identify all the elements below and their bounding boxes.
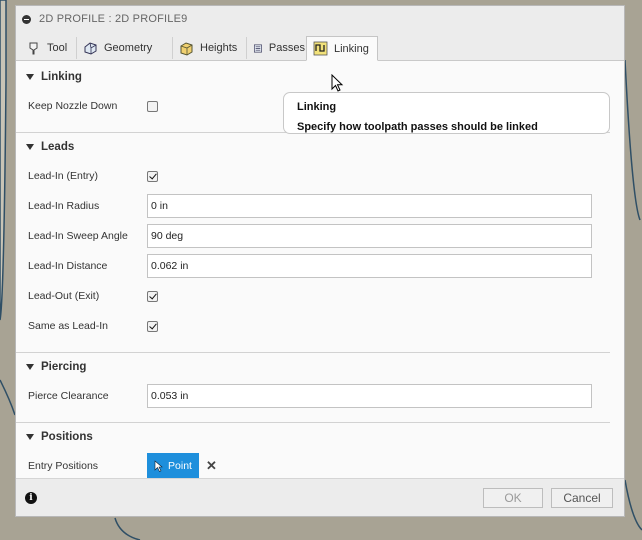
info-icon[interactable]: i xyxy=(25,492,37,504)
section-piercing-title: Piercing xyxy=(41,361,87,373)
pierce-clearance-label: Pierce Clearance xyxy=(28,390,109,402)
dialog-title: 2D PROFILE : 2D PROFILE9 xyxy=(39,13,188,25)
pierce-clearance-input[interactable]: 0.053 in xyxy=(147,384,592,408)
tab-bar: Tool Geometry Heights Passes Linking xyxy=(16,32,624,61)
keep-nozzle-down-checkbox[interactable] xyxy=(147,100,158,112)
lead-in-radius-input[interactable]: 0 in xyxy=(147,194,592,218)
entry-positions-label: Entry Positions xyxy=(28,460,99,472)
tab-heights[interactable]: Heights xyxy=(173,37,247,59)
tab-heights-label: Heights xyxy=(200,42,238,54)
tooltip-title: Linking xyxy=(297,101,337,113)
section-leads-header[interactable]: Leads xyxy=(16,133,624,161)
entry-positions-row: Entry Positions xyxy=(28,454,610,478)
tab-geometry-label: Geometry xyxy=(104,42,153,54)
cancel-button[interactable]: Cancel xyxy=(551,488,613,508)
lead-in-distance-label: Lead-In Distance xyxy=(28,260,108,272)
same-as-lead-in-checkbox[interactable] xyxy=(147,320,158,332)
point-button-label: Point xyxy=(168,460,192,472)
tooltip: Linking Specify how toolpath passes shou… xyxy=(283,92,610,134)
clear-selection-icon[interactable]: ✕ xyxy=(206,458,217,474)
lead-in-radius-label: Lead-In Radius xyxy=(28,200,100,212)
expand-triangle-icon xyxy=(26,144,34,150)
lead-in-label: Lead-In (Entry) xyxy=(28,170,99,182)
lead-out-row: Lead-Out (Exit) xyxy=(28,284,610,308)
lead-in-sweep-input[interactable]: 90 deg xyxy=(147,224,592,248)
lead-out-label: Lead-Out (Exit) xyxy=(28,290,100,302)
cursor-icon xyxy=(154,460,163,472)
tab-tool-label: Tool xyxy=(47,42,68,54)
tab-linking-label: Linking xyxy=(334,42,369,55)
ok-button[interactable]: OK xyxy=(483,488,543,508)
mouse-pointer-icon xyxy=(331,74,344,92)
expand-triangle-icon xyxy=(26,364,34,370)
linking-icon xyxy=(313,41,328,56)
tab-passes[interactable]: Passes xyxy=(247,37,314,59)
lead-in-sweep-label: Lead-In Sweep Angle xyxy=(28,230,128,242)
lead-in-checkbox[interactable] xyxy=(147,170,158,182)
lead-in-row: Lead-In (Entry) xyxy=(28,164,610,188)
section-positions-header[interactable]: Positions xyxy=(16,423,624,451)
lead-in-distance-input[interactable]: 0.062 in xyxy=(147,254,592,278)
expand-triangle-icon xyxy=(26,434,34,440)
section-leads-title: Leads xyxy=(41,141,75,153)
section-linking-title: Linking xyxy=(41,71,82,83)
section-piercing-header[interactable]: Piercing xyxy=(16,353,624,381)
keep-nozzle-down-label: Keep Nozzle Down xyxy=(28,100,118,112)
tooltip-description: Specify how toolpath passes should be li… xyxy=(297,121,538,133)
operation-dialog: 2D PROFILE : 2D PROFILE9 Tool Geometry H… xyxy=(15,5,625,517)
collapse-icon[interactable] xyxy=(22,14,31,24)
tab-geometry[interactable]: Geometry xyxy=(77,37,173,59)
passes-icon xyxy=(253,44,262,52)
dialog-titlebar[interactable]: 2D PROFILE : 2D PROFILE9 xyxy=(16,6,624,33)
point-select-button[interactable]: Point xyxy=(147,453,199,479)
tab-linking[interactable]: Linking xyxy=(306,36,378,61)
expand-triangle-icon xyxy=(26,74,34,80)
lead-out-checkbox[interactable] xyxy=(147,290,158,302)
section-linking-header[interactable]: Linking xyxy=(16,63,624,91)
tool-icon xyxy=(29,42,38,54)
heights-icon xyxy=(180,41,193,56)
dialog-footer: i OK Cancel xyxy=(16,478,624,516)
same-as-lead-in-row: Same as Lead-In xyxy=(28,314,610,338)
tab-passes-label: Passes xyxy=(268,42,305,54)
section-positions-title: Positions xyxy=(41,431,93,443)
tab-tool[interactable]: Tool xyxy=(20,37,77,59)
same-as-lead-in-label: Same as Lead-In xyxy=(28,320,108,332)
geometry-icon xyxy=(84,41,97,55)
